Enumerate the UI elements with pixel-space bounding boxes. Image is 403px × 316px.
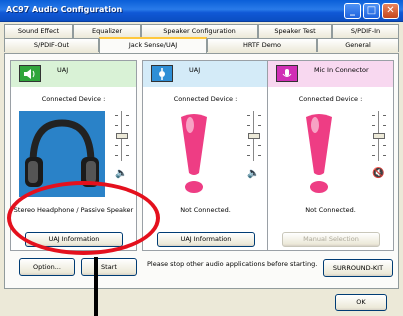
jack-panel-mic-in: Mic In Connector Connected Device : 🔇 No…: [267, 60, 394, 251]
jack-panel-uaj-2: UAJ Connected Device : 🔈 Not Connected. …: [142, 60, 269, 251]
volume-slider[interactable]: [113, 111, 131, 161]
speaker-icon[interactable]: 🔇: [372, 168, 384, 179]
tab-strip: Sound Effect Equalizer Speaker Configura…: [4, 24, 399, 54]
maximize-button[interactable]: □: [363, 3, 380, 19]
manual-selection-button[interactable]: Manual Selection: [282, 232, 380, 247]
mic-icon: [276, 65, 298, 82]
jack-label: UAJ: [189, 66, 201, 74]
tab-equalizer[interactable]: Equalizer: [73, 24, 141, 38]
stop-apps-note: Please stop other audio applications bef…: [147, 260, 318, 268]
start-button[interactable]: Start: [81, 258, 137, 276]
tab-speaker-test[interactable]: Speaker Test: [258, 24, 332, 38]
exclamation-icon: [151, 111, 237, 197]
exclamation-icon: [276, 111, 362, 197]
tab-speaker-configuration[interactable]: Speaker Configuration: [141, 24, 258, 38]
speaker-icon[interactable]: 🔈: [115, 168, 127, 179]
window-title: AC97 Audio Configuration: [6, 5, 123, 14]
highlight-ellipse: [7, 181, 160, 255]
option-button[interactable]: Option...: [19, 258, 75, 276]
volume-slider[interactable]: [245, 111, 263, 161]
title-bar: AC97 Audio Configuration _ □ ✕: [0, 0, 403, 22]
connected-device-caption: Connected Device :: [173, 95, 238, 103]
tab-general[interactable]: General: [317, 38, 399, 52]
connected-device-caption: Connected Device :: [298, 95, 363, 103]
slider-thumb[interactable]: [373, 133, 385, 139]
volume-slider[interactable]: [370, 111, 388, 161]
jack-header: UAJ: [11, 61, 136, 87]
speaker-icon[interactable]: 🔈: [247, 168, 259, 179]
jack-header: Mic In Connector: [268, 61, 393, 87]
jack-header: UAJ: [143, 61, 268, 87]
line-in-icon: [151, 65, 173, 82]
device-status: Not Connected.: [305, 206, 356, 214]
surround-kit-button[interactable]: SURROUND-KIT: [323, 259, 393, 277]
tab-jack-sense-uaj[interactable]: Jack Sense/UAJ: [99, 37, 207, 53]
jack-label: Mic In Connector: [314, 66, 369, 74]
tab-hrtf-demo[interactable]: HRTF Demo: [207, 38, 317, 52]
tab-spdif-out[interactable]: S/PDIF-Out: [4, 38, 99, 52]
tab-spdif-in[interactable]: S/PDIF-In: [332, 24, 399, 38]
device-status: Not Connected.: [180, 206, 231, 214]
slider-thumb[interactable]: [248, 133, 260, 139]
close-button[interactable]: ✕: [382, 3, 399, 19]
speaker-out-icon: [19, 65, 41, 82]
slider-thumb[interactable]: [116, 133, 128, 139]
callout-line: [94, 257, 98, 316]
ok-button[interactable]: OK: [335, 294, 387, 311]
tab-sound-effect[interactable]: Sound Effect: [4, 24, 73, 38]
uaj-information-button[interactable]: UAJ Information: [157, 232, 255, 247]
jack-label: UAJ: [57, 66, 69, 74]
connected-device-caption: Connected Device :: [41, 95, 106, 103]
minimize-button[interactable]: _: [344, 3, 361, 19]
